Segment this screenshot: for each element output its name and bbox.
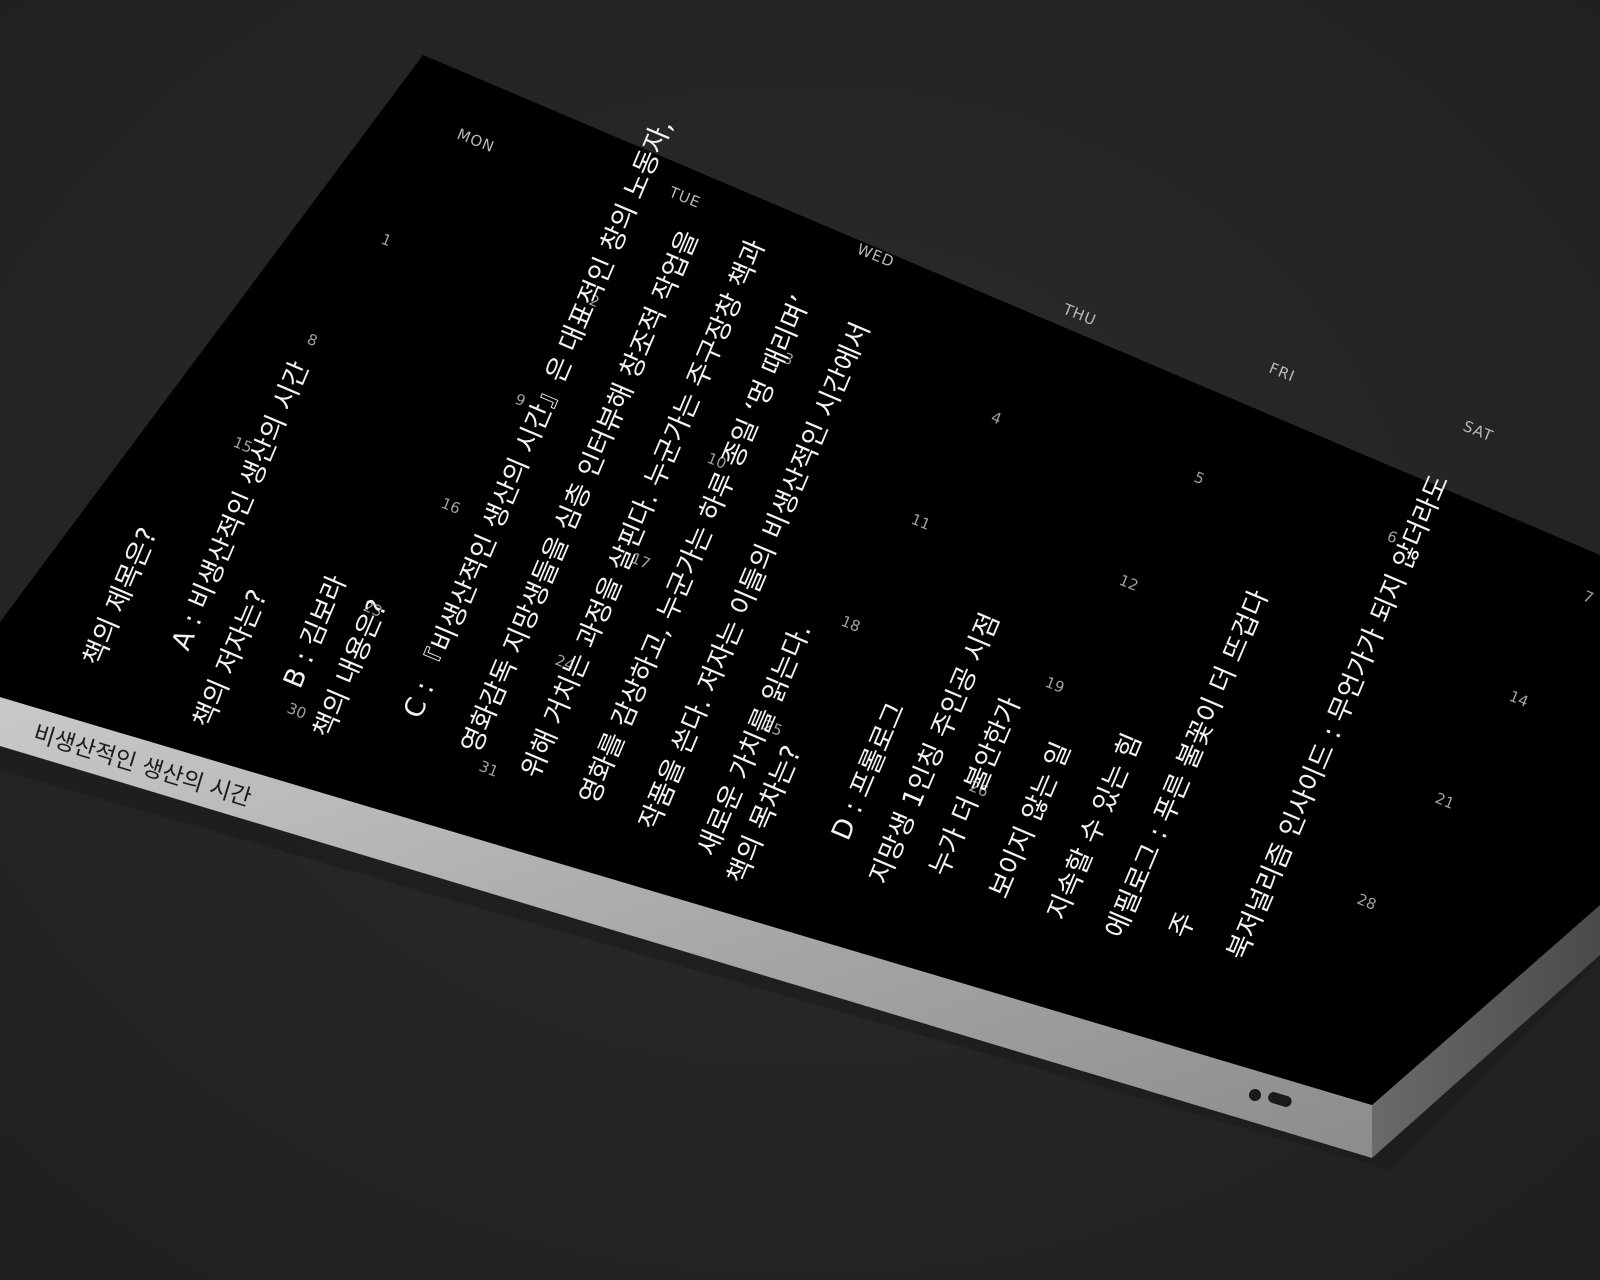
book-scene: 비생산적인 생산의 시간 MON TUE WED THU FRI SAT 1 2… bbox=[0, 0, 1600, 1280]
spine-dot-icon bbox=[1249, 1089, 1261, 1101]
